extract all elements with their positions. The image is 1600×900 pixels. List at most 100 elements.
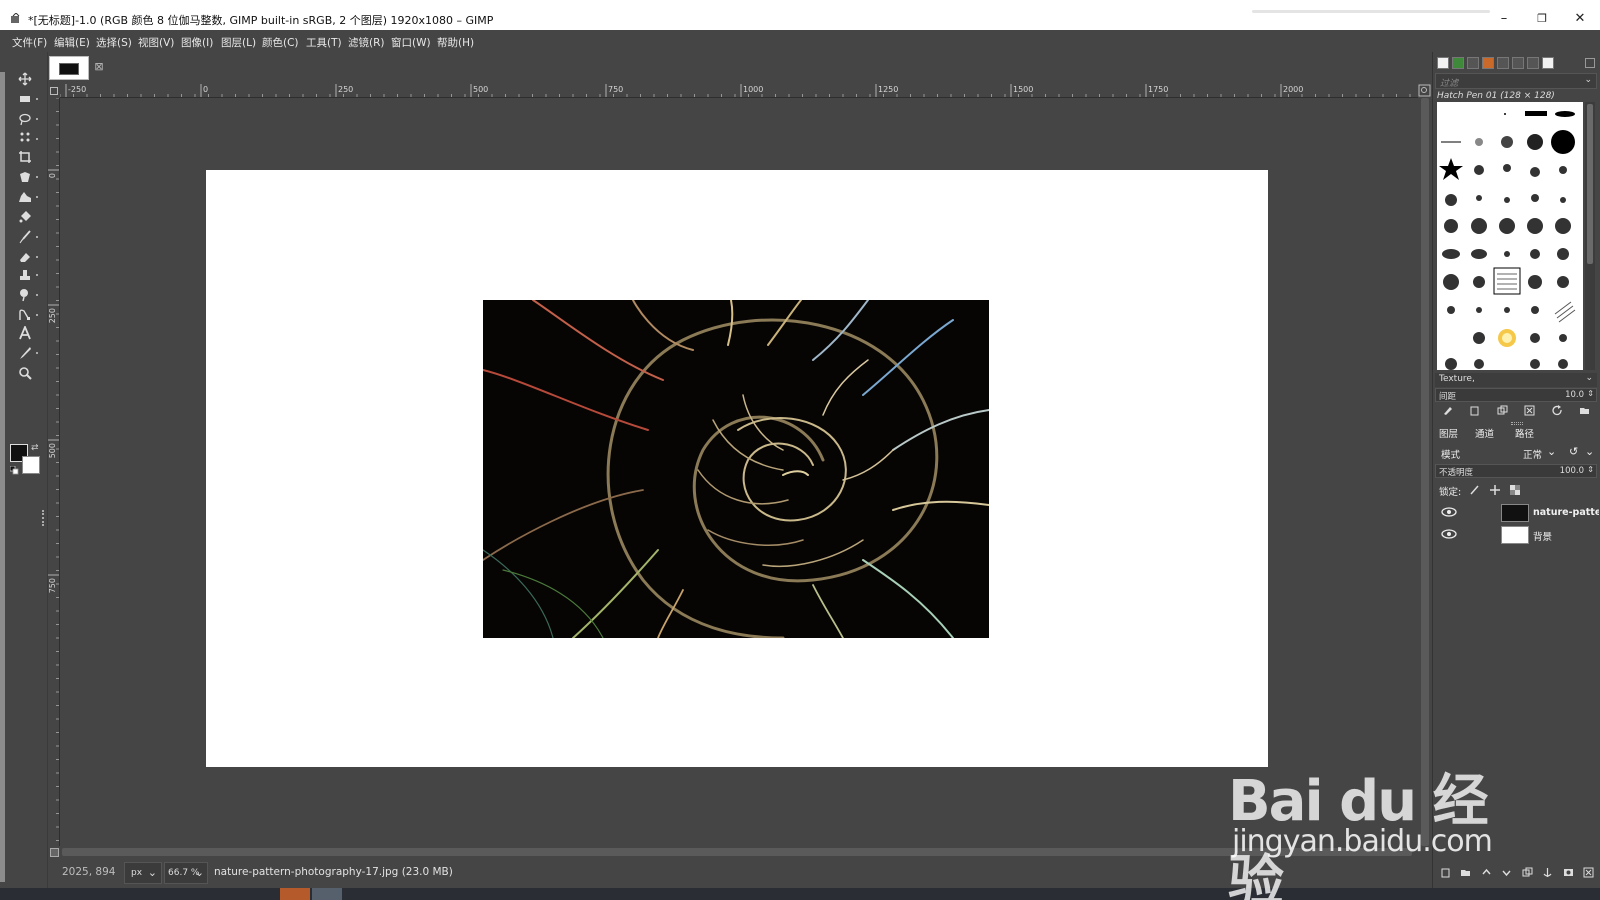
brush-filter-input[interactable]: 过滤 ⌄ [1435,73,1597,89]
refresh-brushes-icon[interactable] [1551,404,1563,416]
delete-layer-icon[interactable] [1583,866,1595,878]
reset-colors-icon[interactable] [10,466,19,475]
move-tool-icon[interactable] [16,70,34,88]
brush-spacing-field[interactable]: 间距 10.0 ⇕ [1435,388,1597,402]
status-filename: nature-pattern-photography-17.jpg (23.0 … [214,866,453,878]
lasso-icon[interactable] [16,110,34,128]
patterns-tab-icon[interactable] [1452,57,1464,69]
paintbrush-icon[interactable] [16,228,34,246]
ruler-h-label: 750 [608,85,623,94]
text-tool-icon[interactable] [16,324,34,342]
brushes-tab-icon[interactable] [1437,57,1449,69]
swap-colors-icon[interactable]: ⇄ [31,443,39,453]
reset-mode-icon[interactable]: ↺ [1569,445,1578,458]
clone-icon[interactable] [16,266,34,284]
toolbox-resize-grip[interactable] [42,510,45,526]
lock-alpha-icon[interactable] [1509,484,1521,496]
menu-windows[interactable]: 窗口(W) [391,35,431,50]
brush-grid-scrollbar[interactable] [1585,102,1595,370]
horizontal-ruler[interactable]: -250 0 250 500 750 1000 1250 1500 1750 2000 [60,84,1418,98]
title-progress-strip [1252,10,1490,13]
bucket-fill-icon[interactable] [16,208,34,226]
image-canvas-area[interactable] [60,98,1418,846]
eye-visibility-icon[interactable] [1441,506,1457,518]
layer-name[interactable]: 背景 [1533,529,1599,543]
spin-arrows-icon: ⇕ [1587,389,1594,398]
menu-select[interactable]: 选择(S) [96,35,132,50]
zoom-tool-icon[interactable] [16,364,34,382]
paths-icon[interactable] [16,306,34,324]
menu-colors[interactable]: 颜色(C) [262,35,299,50]
open-brush-icon[interactable] [1579,404,1591,416]
devices-tab-icon[interactable] [1497,57,1509,69]
quick-mask-toggle[interactable] [48,846,60,858]
vertical-ruler[interactable]: 0 250 500 750 [48,98,60,846]
ruler-corner-button[interactable] [48,84,60,98]
new-brush-icon[interactable] [1469,404,1481,416]
image-tab-thumbnail [59,63,79,75]
brush-grid[interactable] [1437,102,1583,370]
chevron-down-icon[interactable]: ⌄ [1547,445,1556,458]
ruler-h-label: 0 [203,85,208,94]
fonts-tab-icon[interactable] [1467,57,1479,69]
nautilus-shell-image [483,300,989,638]
menu-help[interactable]: 帮助(H) [437,35,474,50]
watermark-url: jingyan.baidu.com [1232,824,1493,859]
opacity-field[interactable]: 不透明度 100.0 ⇕ [1435,464,1597,478]
mask-layer-icon[interactable] [1562,866,1574,878]
navigate-icon[interactable] [1418,84,1432,98]
eraser-icon[interactable] [16,248,34,266]
smudge-icon[interactable] [16,286,34,304]
chevron-down-icon: ⌄ [1584,75,1592,85]
ruler-h-label: 500 [473,85,488,94]
unit-select[interactable]: px ⌄ [124,862,162,884]
chevron-down-icon[interactable]: ⌄ [1585,445,1594,458]
close-button[interactable]: ✕ [1566,8,1594,30]
anchor-layer-icon[interactable] [1542,866,1554,878]
undo-tab-icon[interactable] [1527,57,1539,69]
nautilus-photo-layer[interactable] [483,300,989,638]
color-picker-icon[interactable] [16,344,34,362]
menu-tools[interactable]: 工具(T) [306,35,342,50]
lock-position-icon[interactable] [1489,484,1501,496]
layer-name[interactable]: nature-pattern-photography-17.jpg [1533,507,1599,518]
gradients-tab-icon[interactable] [1482,57,1494,69]
horizontal-scrollbar[interactable] [60,846,1418,858]
warp-icon[interactable] [16,188,34,206]
layer-row[interactable]: 背景 [1435,524,1599,546]
images-tab-icon[interactable] [1542,57,1554,69]
tab-paths[interactable]: 路径 [1515,426,1534,440]
maximize-button[interactable]: ❐ [1528,8,1556,30]
menu-edit[interactable]: 编辑(E) [54,35,90,50]
current-brush-name: Hatch Pen 01 (128 × 128) [1437,91,1555,101]
layer-row[interactable]: nature-pattern-photography-17.jpg [1435,502,1599,524]
menu-filters[interactable]: 滤镜(R) [348,35,385,50]
menu-layer[interactable]: 图层(L) [221,35,256,50]
edit-brush-icon[interactable] [1441,404,1453,416]
image-tab[interactable] [49,56,89,80]
spin-arrows-icon: ⇕ [1587,465,1594,474]
dock-tab-strip [1437,57,1554,73]
duplicate-brush-icon[interactable] [1496,404,1508,416]
fuzzy-select-icon[interactable] [16,128,34,146]
transform-icon[interactable] [16,168,34,186]
close-tab-icon[interactable]: ⊠ [93,61,105,73]
mode-select[interactable]: 正常 [1523,447,1542,461]
dock-menu-icon[interactable] [1585,58,1595,68]
tool-options-tab-icon[interactable] [1512,57,1524,69]
tab-channels[interactable]: 通道 [1475,426,1494,440]
rect-select-icon[interactable] [16,90,34,108]
zoom-select[interactable]: 66.7 % ⌄ [164,862,208,884]
delete-brush-icon[interactable] [1524,404,1536,416]
menu-image[interactable]: 图像(I) [181,35,213,50]
eye-visibility-icon[interactable] [1441,528,1457,540]
menu-view[interactable]: 视图(V) [138,35,174,50]
background-color-swatch[interactable] [22,456,40,474]
minimize-button[interactable]: – [1490,8,1518,30]
tab-layers[interactable]: 图层 [1439,426,1458,440]
menu-file[interactable]: 文件(F) [12,35,47,50]
image-canvas[interactable] [206,170,1268,767]
lock-pixels-icon[interactable] [1469,484,1481,496]
brush-tag-select[interactable]: Texture, ⌄ [1435,373,1597,387]
crop-icon[interactable] [16,148,34,166]
